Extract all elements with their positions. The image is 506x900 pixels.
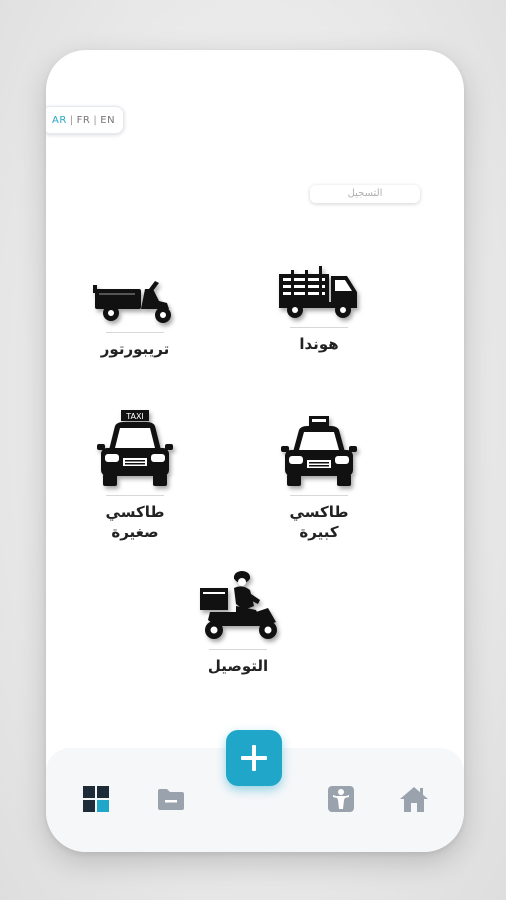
grid-icon <box>83 786 109 812</box>
nav-home[interactable] <box>399 784 429 814</box>
divider <box>106 495 164 496</box>
lang-separator: | <box>69 114 74 126</box>
lang-separator: | <box>93 114 98 126</box>
add-button[interactable] <box>226 730 282 786</box>
person-icon <box>328 786 354 812</box>
divider <box>209 649 267 650</box>
nav-person[interactable] <box>326 784 356 814</box>
taxi-sign-label: TAXI <box>125 412 144 421</box>
nav-folder[interactable] <box>156 784 186 814</box>
language-switch[interactable]: AR | FR | EN <box>46 106 125 134</box>
service-label: تريبورتور <box>100 340 170 358</box>
service-label-line1: طاكسي <box>105 503 165 521</box>
folder-icon <box>158 789 184 810</box>
service-delivery[interactable]: التوصيل <box>178 571 298 676</box>
divider <box>290 495 348 496</box>
service-label: هوندا <box>299 335 339 353</box>
service-small-taxi[interactable]: TAXI طاكسي صغيرة <box>75 410 195 542</box>
add-icon <box>241 745 267 771</box>
register-button[interactable]: التسجيل <box>310 185 420 203</box>
phone-frame: AR | FR | EN التسجيل تريبورتور هوندا TAX… <box>46 50 464 852</box>
taxi-icon: TAXI <box>75 410 195 488</box>
nav-grid[interactable] <box>81 784 111 814</box>
divider <box>290 327 348 328</box>
service-honda[interactable]: هوندا <box>259 250 379 354</box>
service-label: التوصيل <box>207 657 269 675</box>
service-label-line2: صغيرة <box>111 523 159 541</box>
service-label-line1: طاكسي <box>289 503 349 521</box>
delivery-scooter-icon <box>178 571 298 642</box>
service-big-taxi[interactable]: طاكسي كبيرة <box>259 416 379 542</box>
tricycle-icon <box>75 255 195 325</box>
service-label-line2: كبيرة <box>299 523 339 541</box>
lang-ar[interactable]: AR <box>52 115 67 126</box>
service-tricycle[interactable]: تريبورتور <box>75 255 195 359</box>
home-icon <box>400 787 428 812</box>
taxi-icon <box>259 416 379 488</box>
lang-en[interactable]: EN <box>100 115 115 126</box>
truck-icon <box>259 250 379 320</box>
divider <box>106 332 164 333</box>
lang-fr[interactable]: FR <box>77 115 91 126</box>
